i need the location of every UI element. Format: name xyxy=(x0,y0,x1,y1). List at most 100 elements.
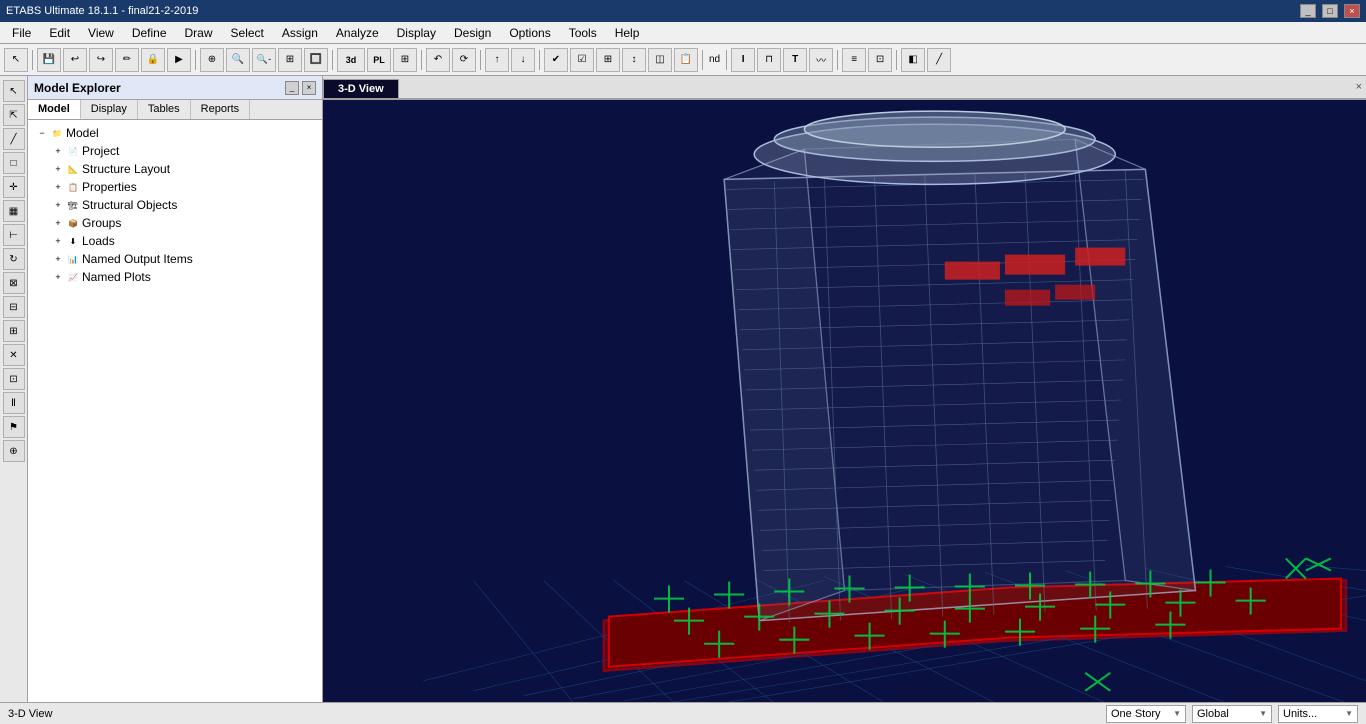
view-tab-close-button[interactable]: × xyxy=(1356,81,1362,93)
toolbar-save[interactable]: 💾 xyxy=(37,48,61,72)
toolbar-panel[interactable]: ◧ xyxy=(901,48,925,72)
lt-tool2[interactable]: ⇱ xyxy=(3,104,25,126)
tree-item-loads[interactable]: + ⬇ Loads xyxy=(28,232,322,250)
toolbar-check2[interactable]: ☑ xyxy=(570,48,594,72)
tree-expander-project[interactable]: + xyxy=(50,143,66,159)
toolbar-rebar[interactable]: ≡ xyxy=(842,48,866,72)
tree-item-named-plots[interactable]: + 📈 Named Plots xyxy=(28,268,322,286)
menu-edit[interactable]: Edit xyxy=(41,24,78,42)
toolbar-edit[interactable]: ✏ xyxy=(115,48,139,72)
tree-item-structural-objects[interactable]: + 🏗 Structural Objects xyxy=(28,196,322,214)
toolbar-section-C[interactable]: ⊓ xyxy=(757,48,781,72)
tree-item-project[interactable]: + 📄 Project xyxy=(28,142,322,160)
toolbar-zoom-in[interactable]: 🔍 xyxy=(226,48,250,72)
menu-file[interactable]: File xyxy=(4,24,39,42)
menu-view[interactable]: View xyxy=(80,24,122,42)
toolbar-pl[interactable]: PL xyxy=(367,48,391,72)
menu-design[interactable]: Design xyxy=(446,24,499,42)
menu-analyze[interactable]: Analyze xyxy=(328,24,387,42)
title-bar: ETABS Ultimate 18.1.1 - final21-2-2019 _… xyxy=(0,0,1366,22)
lt-label[interactable]: Ⅱ xyxy=(3,392,25,414)
toolbar-detail[interactable]: ⊡ xyxy=(868,48,892,72)
menu-help[interactable]: Help xyxy=(607,24,648,42)
3d-canvas[interactable]: مستقل mostaql.com xyxy=(323,100,1366,702)
tree-item-groups[interactable]: + 📦 Groups xyxy=(28,214,322,232)
minimize-button[interactable]: _ xyxy=(1300,4,1316,18)
view-tab-3d[interactable]: 3-D View xyxy=(323,79,399,98)
tree-expander-named-output-items[interactable]: + xyxy=(50,251,66,267)
loads-icon: ⬇ xyxy=(66,234,80,248)
panel-close-button[interactable]: × xyxy=(302,81,316,95)
menu-assign[interactable]: Assign xyxy=(274,24,326,42)
tree-root-model[interactable]: − 📁 Model xyxy=(28,124,322,142)
tree-expander-groups[interactable]: + xyxy=(50,215,66,231)
lt-delete[interactable]: ✕ xyxy=(3,344,25,366)
tree-expander-model[interactable]: − xyxy=(34,125,50,141)
menu-select[interactable]: Select xyxy=(223,24,272,42)
toolbar-redo[interactable]: ↪ xyxy=(89,48,113,72)
lt-box[interactable]: □ xyxy=(3,152,25,174)
tab-display[interactable]: Display xyxy=(81,100,138,119)
tree-expander-named-plots[interactable]: + xyxy=(50,269,66,285)
toolbar-3d[interactable]: 3d xyxy=(337,48,365,72)
toolbar-arrow[interactable]: ↕ xyxy=(622,48,646,72)
toolbar-zoom-fit[interactable]: ⊞ xyxy=(278,48,302,72)
tree-expander-structure-layout[interactable]: + xyxy=(50,161,66,177)
menu-options[interactable]: Options xyxy=(501,24,558,42)
toolbar-grid[interactable]: ⊞ xyxy=(393,48,417,72)
panel-minimize-button[interactable]: _ xyxy=(285,81,299,95)
toolbar-clipboard[interactable]: 📋 xyxy=(674,48,698,72)
lt-measure[interactable]: ⊢ xyxy=(3,224,25,246)
lt-grid[interactable]: ▦ xyxy=(3,200,25,222)
toolbar-section-I[interactable]: I xyxy=(731,48,755,72)
lt-section[interactable]: ⊡ xyxy=(3,368,25,390)
toolbar-zoom-out[interactable]: 🔍- xyxy=(252,48,276,72)
toolbar-run[interactable]: ▶ xyxy=(167,48,191,72)
tree-item-named-output-items[interactable]: + 📊 Named Output Items xyxy=(28,250,322,268)
tree-expander-structural-objects[interactable]: + xyxy=(50,197,66,213)
lt-select[interactable]: ↖ xyxy=(3,80,25,102)
toolbar-zoom-sel[interactable]: 🔲 xyxy=(304,48,328,72)
lt-tag[interactable]: ⚑ xyxy=(3,416,25,438)
tree-item-structure-layout[interactable]: + 📐 Structure Layout xyxy=(28,160,322,178)
toolbar-pointer[interactable]: ↖ xyxy=(4,48,28,72)
toolbar-undo[interactable]: ↩ xyxy=(63,48,87,72)
menu-draw[interactable]: Draw xyxy=(177,24,221,42)
toolbar-up[interactable]: ↑ xyxy=(485,48,509,72)
toolbar-split[interactable]: ◫ xyxy=(648,48,672,72)
menu-bar: File Edit View Define Draw Select Assign… xyxy=(0,22,1366,44)
tree-item-properties[interactable]: + 📋 Properties xyxy=(28,178,322,196)
menu-define[interactable]: Define xyxy=(124,24,175,42)
toolbar-prev[interactable]: ↶ xyxy=(426,48,450,72)
story-dropdown[interactable]: One Story xyxy=(1106,705,1186,723)
global-dropdown[interactable]: Global xyxy=(1192,705,1272,723)
units-dropdown[interactable]: Units... xyxy=(1278,705,1358,723)
lt-rotate[interactable]: ↻ xyxy=(3,248,25,270)
tab-tables[interactable]: Tables xyxy=(138,100,191,119)
tab-reports[interactable]: Reports xyxy=(191,100,251,119)
menu-display[interactable]: Display xyxy=(389,24,444,42)
tree-expander-properties[interactable]: + xyxy=(50,179,66,195)
toolbar-wave[interactable]: 〰 xyxy=(809,48,833,72)
lt-cross[interactable]: ✛ xyxy=(3,176,25,198)
toolbar-lock[interactable]: 🔒 xyxy=(141,48,165,72)
toolbar-zoom-rubber[interactable]: ⊕ xyxy=(200,48,224,72)
lt-snap[interactable]: ⊕ xyxy=(3,440,25,462)
lt-extrude[interactable]: ⊠ xyxy=(3,272,25,294)
toolbar-refresh[interactable]: ⟳ xyxy=(452,48,476,72)
lt-assign[interactable]: ⊟ xyxy=(3,296,25,318)
lt-copy[interactable]: ⊞ xyxy=(3,320,25,342)
lt-line[interactable]: ╱ xyxy=(3,128,25,150)
toolbar-down[interactable]: ↓ xyxy=(511,48,535,72)
close-button[interactable]: × xyxy=(1344,4,1360,18)
tree-expander-loads[interactable]: + xyxy=(50,233,66,249)
toolbar-line[interactable]: ╱ xyxy=(927,48,951,72)
toolbar-check[interactable]: ✔ xyxy=(544,48,568,72)
menu-tools[interactable]: Tools xyxy=(561,24,605,42)
toolbar-table[interactable]: ⊞ xyxy=(596,48,620,72)
toolbar-sep-4 xyxy=(421,50,422,70)
tab-model[interactable]: Model xyxy=(28,100,81,119)
main-toolbar: ↖ 💾 ↩ ↪ ✏ 🔒 ▶ ⊕ 🔍 🔍- ⊞ 🔲 3d PL ⊞ ↶ ⟳ ↑ ↓… xyxy=(0,44,1366,76)
maximize-button[interactable]: □ xyxy=(1322,4,1338,18)
toolbar-section-T[interactable]: T xyxy=(783,48,807,72)
